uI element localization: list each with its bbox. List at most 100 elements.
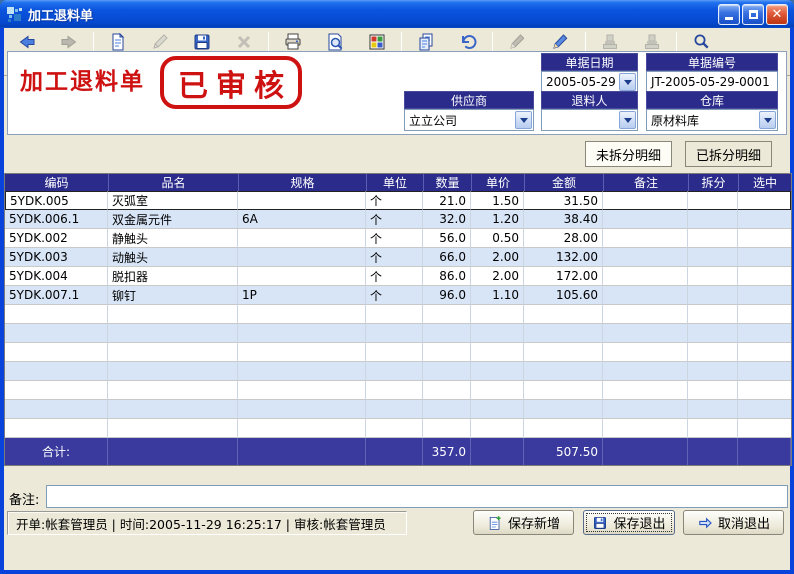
cell[interactable] bbox=[5, 343, 108, 362]
cell[interactable] bbox=[423, 305, 471, 324]
column-header[interactable]: 单价 bbox=[471, 174, 524, 191]
empty-row[interactable] bbox=[5, 381, 791, 400]
cell[interactable] bbox=[238, 343, 366, 362]
empty-row[interactable] bbox=[5, 400, 791, 419]
cell[interactable] bbox=[238, 362, 366, 381]
cell[interactable] bbox=[471, 305, 524, 324]
table-row[interactable]: 5YDK.002静触头个56.00.5028.00 bbox=[5, 229, 791, 248]
cell[interactable] bbox=[366, 305, 423, 324]
cell[interactable] bbox=[5, 419, 108, 438]
cell[interactable] bbox=[603, 210, 688, 229]
cell[interactable] bbox=[738, 362, 791, 381]
cell[interactable] bbox=[471, 343, 524, 362]
cell[interactable] bbox=[238, 419, 366, 438]
cell[interactable] bbox=[108, 305, 238, 324]
table-row[interactable]: 5YDK.005灭弧室 个21.01.5031.50 bbox=[5, 191, 791, 210]
empty-row[interactable] bbox=[5, 305, 791, 324]
cell[interactable] bbox=[366, 343, 423, 362]
cell[interactable] bbox=[471, 400, 524, 419]
cell[interactable] bbox=[688, 381, 738, 400]
cell[interactable]: 个 bbox=[366, 191, 423, 210]
cell[interactable]: 2.00 bbox=[471, 267, 524, 286]
cell[interactable] bbox=[5, 362, 108, 381]
cell[interactable] bbox=[108, 324, 238, 343]
cell[interactable] bbox=[603, 286, 688, 305]
cell[interactable]: 21.0 bbox=[423, 191, 471, 210]
cell[interactable] bbox=[366, 362, 423, 381]
cell[interactable] bbox=[603, 343, 688, 362]
cell[interactable] bbox=[738, 381, 791, 400]
table-row[interactable]: 5YDK.004脱扣器个86.02.00172.00 bbox=[5, 267, 791, 286]
cell[interactable]: 132.00 bbox=[524, 248, 603, 267]
cell[interactable] bbox=[603, 305, 688, 324]
cell[interactable]: 脱扣器 bbox=[108, 267, 238, 286]
cell[interactable] bbox=[603, 248, 688, 267]
cell[interactable] bbox=[108, 419, 238, 438]
cell[interactable] bbox=[738, 248, 791, 267]
warehouse-dropdown-button[interactable] bbox=[759, 111, 776, 129]
cell[interactable] bbox=[524, 305, 603, 324]
column-header[interactable]: 拆分 bbox=[688, 174, 738, 191]
cell[interactable] bbox=[738, 400, 791, 419]
returner-combobox[interactable] bbox=[541, 109, 638, 131]
cell[interactable]: 铆钉 bbox=[108, 286, 238, 305]
cell[interactable]: 66.0 bbox=[423, 248, 471, 267]
cell[interactable] bbox=[238, 381, 366, 400]
save-exit-button[interactable]: 保存退出 bbox=[583, 510, 675, 535]
supplier-combobox[interactable]: 立立公司 bbox=[404, 109, 534, 131]
cell[interactable] bbox=[688, 305, 738, 324]
cell[interactable] bbox=[524, 381, 603, 400]
cell[interactable] bbox=[524, 400, 603, 419]
column-header[interactable]: 编码 bbox=[5, 174, 108, 191]
cell[interactable] bbox=[5, 305, 108, 324]
cell[interactable] bbox=[603, 381, 688, 400]
column-header[interactable]: 规格 bbox=[238, 174, 366, 191]
cell[interactable] bbox=[423, 362, 471, 381]
table-row[interactable]: 5YDK.006.1双金属元件6A个32.01.2038.40 bbox=[5, 210, 791, 229]
cell[interactable] bbox=[524, 362, 603, 381]
cell[interactable]: 172.00 bbox=[524, 267, 603, 286]
cell[interactable]: 个 bbox=[366, 248, 423, 267]
cell[interactable]: 5YDK.006.1 bbox=[5, 210, 108, 229]
cell[interactable] bbox=[603, 419, 688, 438]
cell[interactable] bbox=[738, 286, 791, 305]
cell[interactable]: 灭弧室 bbox=[108, 191, 238, 210]
cell[interactable] bbox=[471, 381, 524, 400]
cell[interactable] bbox=[366, 381, 423, 400]
cell[interactable] bbox=[471, 324, 524, 343]
cell[interactable] bbox=[238, 324, 366, 343]
cell[interactable] bbox=[238, 305, 366, 324]
cell[interactable]: 5YDK.002 bbox=[5, 229, 108, 248]
column-header[interactable]: 选中 bbox=[738, 174, 791, 191]
cell[interactable]: 32.0 bbox=[423, 210, 471, 229]
cell[interactable] bbox=[108, 343, 238, 362]
empty-row[interactable] bbox=[5, 324, 791, 343]
cell[interactable]: 双金属元件 bbox=[108, 210, 238, 229]
cell[interactable] bbox=[688, 343, 738, 362]
cell[interactable] bbox=[738, 267, 791, 286]
cell[interactable]: 56.0 bbox=[423, 229, 471, 248]
cell[interactable]: 1.50 bbox=[471, 191, 524, 210]
cell[interactable] bbox=[524, 343, 603, 362]
cell[interactable] bbox=[738, 191, 791, 210]
cell[interactable]: 38.40 bbox=[524, 210, 603, 229]
cell[interactable]: 5YDK.007.1 bbox=[5, 286, 108, 305]
cell[interactable] bbox=[688, 400, 738, 419]
cell[interactable] bbox=[524, 419, 603, 438]
cell[interactable]: 1P bbox=[238, 286, 366, 305]
cell[interactable] bbox=[603, 362, 688, 381]
minimize-button[interactable] bbox=[718, 4, 740, 25]
cell[interactable] bbox=[738, 229, 791, 248]
cell[interactable] bbox=[366, 400, 423, 419]
cell[interactable]: 31.50 bbox=[524, 191, 603, 210]
cell[interactable] bbox=[5, 400, 108, 419]
cell[interactable]: 2.00 bbox=[471, 248, 524, 267]
cell[interactable]: 86.0 bbox=[423, 267, 471, 286]
cell[interactable] bbox=[471, 419, 524, 438]
cell[interactable]: 0.50 bbox=[471, 229, 524, 248]
cell[interactable]: 个 bbox=[366, 210, 423, 229]
cell[interactable] bbox=[366, 419, 423, 438]
cell[interactable]: 5YDK.005 bbox=[5, 191, 108, 210]
warehouse-combobox[interactable]: 原材料库 bbox=[646, 109, 778, 131]
cell[interactable] bbox=[238, 400, 366, 419]
